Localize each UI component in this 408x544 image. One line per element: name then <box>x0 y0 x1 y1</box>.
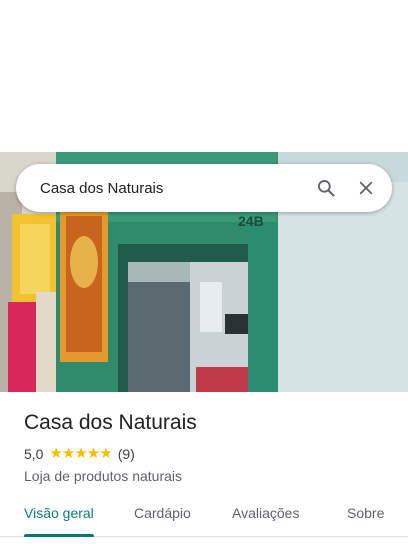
review-count[interactable]: (9) <box>118 445 135 463</box>
place-info: Casa dos Naturais 5,0 ★★★★★ (9) Loja de … <box>24 410 392 485</box>
storefront-sign-text: 24B <box>238 213 264 229</box>
tab-about[interactable]: Sobre <box>347 492 384 536</box>
search-icon[interactable] <box>306 168 346 208</box>
star-rating-icon: ★★★★★ <box>49 445 112 462</box>
rating-value: 5,0 <box>24 446 44 462</box>
place-tabs: Visão geral Cardápio Avaliações Sobre <box>0 492 408 537</box>
close-icon[interactable] <box>346 168 386 208</box>
search-bar[interactable] <box>16 164 392 212</box>
tab-overview[interactable]: Visão geral <box>24 492 94 537</box>
tab-reviews[interactable]: Avaliações <box>232 492 299 536</box>
tab-menu[interactable]: Cardápio <box>134 492 191 536</box>
place-category[interactable]: Loja de produtos naturais <box>24 467 392 485</box>
search-input[interactable] <box>16 164 306 212</box>
place-name: Casa dos Naturais <box>24 411 197 434</box>
rating-row[interactable]: 5,0 ★★★★★ (9) <box>24 445 392 463</box>
